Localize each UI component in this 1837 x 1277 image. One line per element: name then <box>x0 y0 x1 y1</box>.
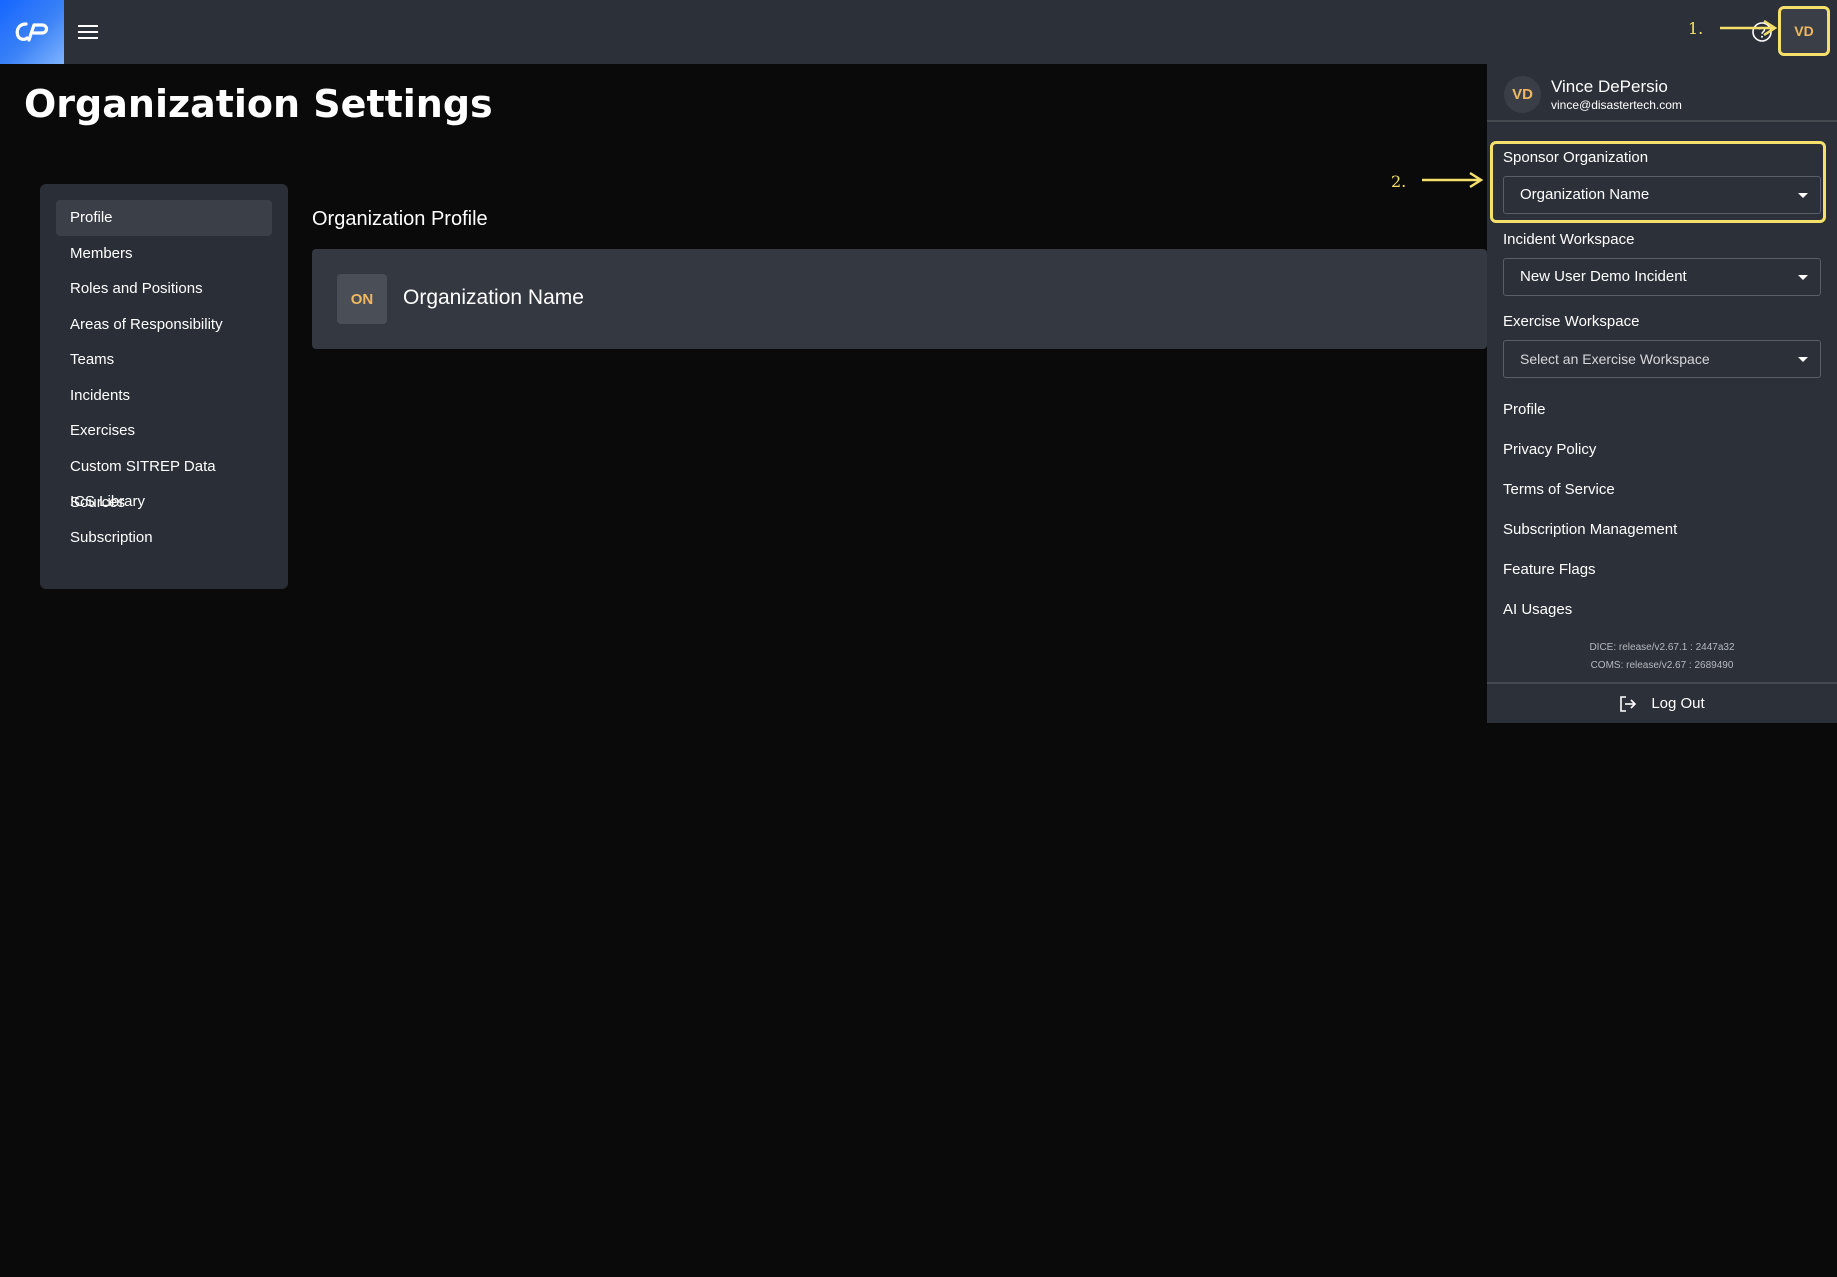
incident-workspace-label: Incident Workspace <box>1503 231 1635 248</box>
annotation-arrow-1-icon <box>1720 20 1778 36</box>
menu-item-terms-of-service[interactable]: Terms of Service <box>1503 481 1615 498</box>
page-title: Organization Settings <box>24 82 493 126</box>
logo-icon <box>15 22 49 42</box>
sidebar-item-roles-and-positions[interactable]: Roles and Positions <box>56 271 272 307</box>
sidebar-item-areas-of-responsibility[interactable]: Areas of Responsibility <box>56 307 272 343</box>
menu-item-ai-usages[interactable]: AI Usages <box>1503 601 1572 618</box>
sponsor-organization-select[interactable]: Organization Name <box>1503 176 1821 214</box>
logout-label: Log Out <box>1651 695 1705 712</box>
user-dropdown-panel: VD Vince DePersio vince@disastertech.com… <box>1487 64 1837 723</box>
section-title: Organization Profile <box>312 208 488 230</box>
incident-workspace-value: New User Demo Incident <box>1520 268 1687 285</box>
sidebar-item-incidents[interactable]: Incidents <box>56 378 272 414</box>
user-info: VD Vince DePersio vince@disastertech.com <box>1487 64 1837 122</box>
caret-down-icon <box>1798 357 1808 362</box>
hamburger-menu-button[interactable] <box>76 20 100 44</box>
incident-workspace-select[interactable]: New User Demo Incident <box>1503 258 1821 296</box>
annotation-step-1: 1. <box>1688 19 1704 38</box>
sidebar-item-ics-library[interactable]: ICS Library <box>56 484 272 520</box>
organization-card: ON Organization Name <box>312 249 1487 349</box>
sidebar-item-members[interactable]: Members <box>56 236 272 272</box>
menu-item-subscription-management[interactable]: Subscription Management <box>1503 521 1677 538</box>
version-dice: DICE: release/v2.67.1 : 2447a32 <box>1589 642 1735 653</box>
settings-sidebar: Profile Members Roles and Positions Area… <box>40 184 288 589</box>
logout-button[interactable]: Log Out <box>1487 682 1837 723</box>
top-bar: VD <box>0 0 1837 64</box>
version-coms: COMS: release/v2.67 : 2689490 <box>1590 660 1734 671</box>
caret-down-icon <box>1798 275 1808 280</box>
sidebar-item-exercises[interactable]: Exercises <box>56 413 272 449</box>
sidebar-item-profile[interactable]: Profile <box>56 200 272 236</box>
sidebar-item-teams[interactable]: Teams <box>56 342 272 378</box>
exercise-workspace-select[interactable]: Select an Exercise Workspace <box>1503 340 1821 378</box>
menu-item-feature-flags[interactable]: Feature Flags <box>1503 561 1596 578</box>
user-avatar-button[interactable]: VD <box>1778 6 1830 56</box>
logout-icon <box>1620 695 1637 712</box>
exercise-workspace-placeholder: Select an Exercise Workspace <box>1520 351 1710 367</box>
annotation-step-2: 2. <box>1391 172 1407 191</box>
caret-down-icon <box>1798 193 1808 198</box>
sidebar-item-custom-sitrep-data-sources[interactable]: Custom SITREP Data Sources <box>56 449 272 511</box>
sidebar-item-subscription[interactable]: Subscription <box>56 520 272 556</box>
avatar-initials: VD <box>1794 23 1814 39</box>
hamburger-icon <box>78 25 98 39</box>
sponsor-organization-value: Organization Name <box>1520 186 1650 203</box>
user-name: Vince DePersio <box>1551 77 1668 96</box>
app-logo[interactable] <box>0 0 64 64</box>
avatar: VD <box>1504 76 1541 113</box>
user-email: vince@disastertech.com <box>1551 98 1682 112</box>
organization-badge: ON <box>337 274 387 324</box>
annotation-arrow-2-icon <box>1422 171 1484 189</box>
menu-item-privacy-policy[interactable]: Privacy Policy <box>1503 441 1596 458</box>
sponsor-organization-label: Sponsor Organization <box>1503 149 1649 166</box>
exercise-workspace-label: Exercise Workspace <box>1503 313 1640 330</box>
organization-name: Organization Name <box>403 286 584 309</box>
menu-item-profile[interactable]: Profile <box>1503 401 1546 418</box>
